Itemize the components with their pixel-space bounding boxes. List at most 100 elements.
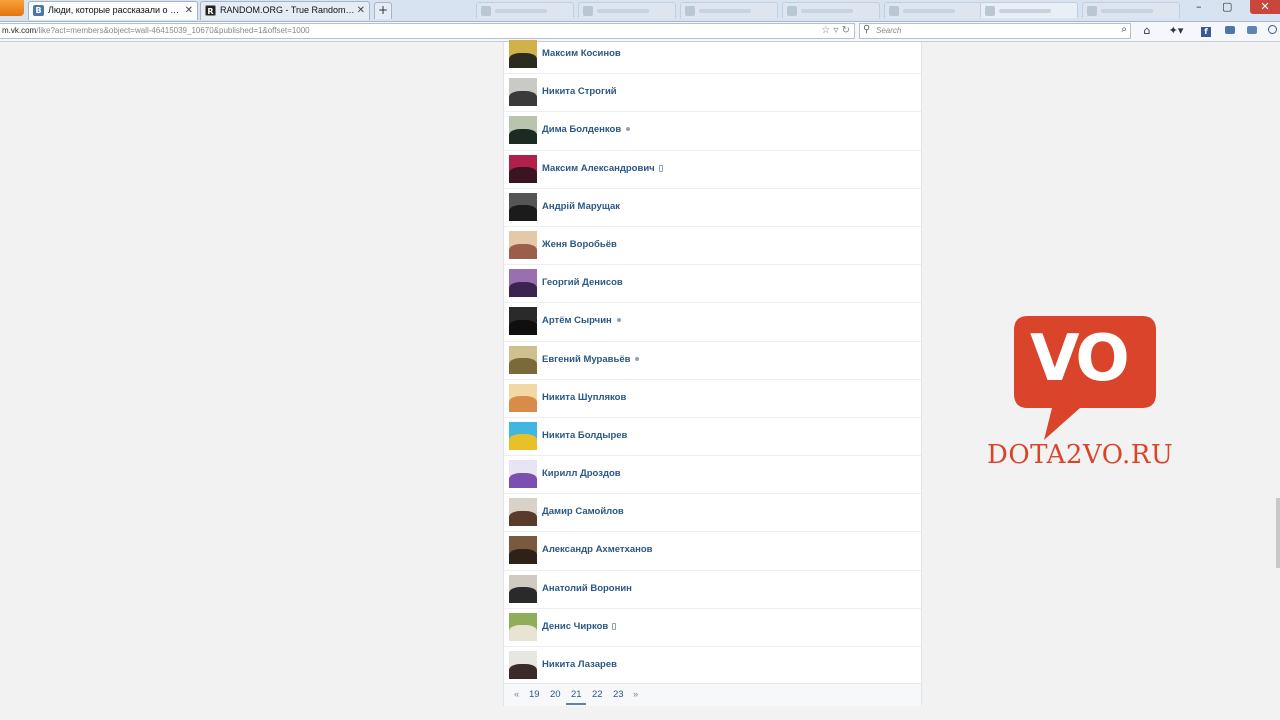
chat-icon[interactable] (1222, 23, 1238, 39)
avatar[interactable] (509, 498, 537, 527)
avatar[interactable] (509, 269, 537, 298)
avatar-photo (509, 625, 537, 641)
member-row[interactable]: Максим Александрович (504, 151, 921, 189)
avatar[interactable] (509, 345, 537, 374)
member-name-link[interactable]: Александр Ахметханов (542, 544, 653, 555)
member-name-link[interactable]: Дамир Самойлов (542, 506, 624, 517)
member-row[interactable]: Андрій Марущак (504, 189, 921, 227)
background-tab[interactable] (476, 2, 574, 18)
member-name-link[interactable]: Дима Болденков (542, 124, 631, 135)
background-tab[interactable] (980, 2, 1078, 18)
page-prev-link[interactable]: « (514, 689, 519, 700)
page-scrollbar[interactable] (1276, 498, 1280, 568)
tab-close-icon[interactable]: ✕ (185, 5, 193, 16)
pagination: « 19 20 21 22 23 » (504, 683, 921, 706)
member-row[interactable]: Евгений Муравьёв (504, 342, 921, 380)
member-row[interactable]: Никита Строгий (504, 74, 921, 113)
background-tab[interactable] (578, 2, 676, 18)
tab-bar: B Люди, которые рассказали о запис... ✕ … (0, 0, 1280, 22)
avatar[interactable] (509, 651, 537, 679)
member-name-link[interactable]: Женя Воробьёв (542, 239, 617, 250)
page-link[interactable]: 19 (529, 689, 540, 700)
page-link[interactable]: 20 (550, 689, 561, 700)
member-row[interactable]: Александр Ахметханов (504, 532, 921, 571)
search-engine-icon[interactable]: ⚲ (863, 24, 870, 35)
likes-members-panel: Максим Косинов Никита Строгий Дима Болденк… (503, 40, 922, 706)
member-name-link[interactable]: Денис Чирков (542, 621, 617, 632)
tab-favicon-icon (889, 6, 899, 16)
members-list: Максим Косинов Никита Строгий Дима Болденк… (504, 36, 921, 686)
tab-title-placeholder (495, 9, 547, 13)
page-link[interactable]: 22 (592, 689, 603, 700)
avatar[interactable] (509, 40, 537, 68)
minimize-button[interactable]: – (1196, 0, 1202, 13)
reload-icon[interactable]: ↻ (842, 25, 850, 36)
url-host: m.vk.com (2, 26, 37, 35)
member-row[interactable]: Дамир Самойлов (504, 494, 921, 533)
background-tab[interactable] (884, 2, 982, 18)
background-tab[interactable] (1082, 2, 1180, 18)
close-window-button[interactable]: ✕ (1250, 0, 1280, 14)
avatar[interactable] (509, 78, 537, 107)
home-icon[interactable]: ⌂ (1139, 23, 1155, 39)
member-row[interactable]: Максим Косинов (504, 36, 921, 75)
avatar[interactable] (509, 460, 537, 489)
member-name-link[interactable]: Никита Лазарев (542, 659, 617, 670)
page-link[interactable]: 23 (613, 689, 624, 700)
avatar[interactable] (509, 612, 537, 641)
tab-vk-likes[interactable]: B Люди, которые рассказали о запис... ✕ (28, 1, 198, 20)
messages-icon[interactable] (1244, 23, 1260, 39)
member-name-link[interactable]: Андрій Марущак (542, 201, 620, 212)
url-dropdown-icon[interactable]: ▿ (833, 25, 838, 36)
member-row[interactable]: Анатолий Воронин (504, 571, 921, 609)
member-row[interactable]: Артём Сырчин (504, 303, 921, 342)
member-row[interactable]: Дима Болденков (504, 112, 921, 151)
member-name-link[interactable]: Анатолий Воронин (542, 583, 632, 594)
member-name-link[interactable]: Евгений Муравьёв (542, 354, 640, 365)
member-name-link[interactable]: Артём Сырчин (542, 315, 621, 326)
bookmark-star-icon[interactable]: ☆ (821, 25, 830, 36)
member-row[interactable]: Никита Лазарев (504, 647, 921, 686)
member-row[interactable]: Георгий Денисов (504, 265, 921, 304)
tab-title-placeholder (1101, 9, 1153, 13)
member-name-link[interactable]: Максим Косинов (542, 48, 621, 59)
member-name-link[interactable]: Георгий Денисов (542, 277, 623, 288)
member-name-link[interactable]: Никита Болдырев (542, 430, 627, 441)
avatar[interactable] (509, 192, 537, 221)
member-row[interactable]: Женя Воробьёв (504, 227, 921, 266)
background-tab[interactable] (680, 2, 778, 18)
member-name-link[interactable]: Максим Александрович (542, 163, 663, 174)
avatar[interactable] (509, 574, 537, 603)
search-placeholder: Search (876, 26, 902, 35)
background-tab[interactable] (782, 2, 880, 18)
avatar[interactable] (509, 154, 537, 183)
avatar[interactable] (509, 116, 537, 145)
avatar[interactable] (509, 383, 537, 412)
avatar[interactable] (509, 230, 537, 259)
bookmarks-menu-icon[interactable]: ✦▾ (1164, 23, 1188, 39)
random-org-favicon-icon: R (205, 5, 216, 16)
member-name-link[interactable]: Никита Строгий (542, 86, 617, 97)
search-go-icon[interactable]: ⌕ (1121, 24, 1127, 35)
avatar-photo (509, 205, 537, 221)
member-row[interactable]: Никита Шупляков (504, 380, 921, 418)
tab-title: RANDOM.ORG - True Random Num... (220, 5, 355, 15)
mobile-online-icon (658, 164, 663, 172)
member-row[interactable]: Кирилл Дроздов (504, 456, 921, 495)
tab-favicon-icon (685, 6, 695, 16)
new-tab-button[interactable]: + (374, 2, 392, 19)
page-next-link[interactable]: » (633, 689, 638, 700)
avatar[interactable] (509, 307, 537, 336)
extension-icon[interactable] (1264, 23, 1280, 39)
member-name-link[interactable]: Никита Шупляков (542, 392, 626, 403)
maximize-button[interactable]: ▢ (1222, 0, 1232, 13)
tab-close-icon[interactable]: ✕ (357, 5, 365, 16)
tab-random-org[interactable]: R RANDOM.ORG - True Random Num... ✕ (200, 1, 370, 20)
member-row[interactable]: Денис Чирков (504, 609, 921, 647)
member-name-link[interactable]: Кирилл Дроздов (542, 468, 621, 479)
avatar[interactable] (509, 536, 537, 565)
avatar[interactable] (509, 421, 537, 450)
member-row[interactable]: Никита Болдырев (504, 418, 921, 457)
facebook-icon[interactable]: f (1198, 23, 1214, 39)
firefox-menu-button[interactable] (0, 0, 24, 16)
